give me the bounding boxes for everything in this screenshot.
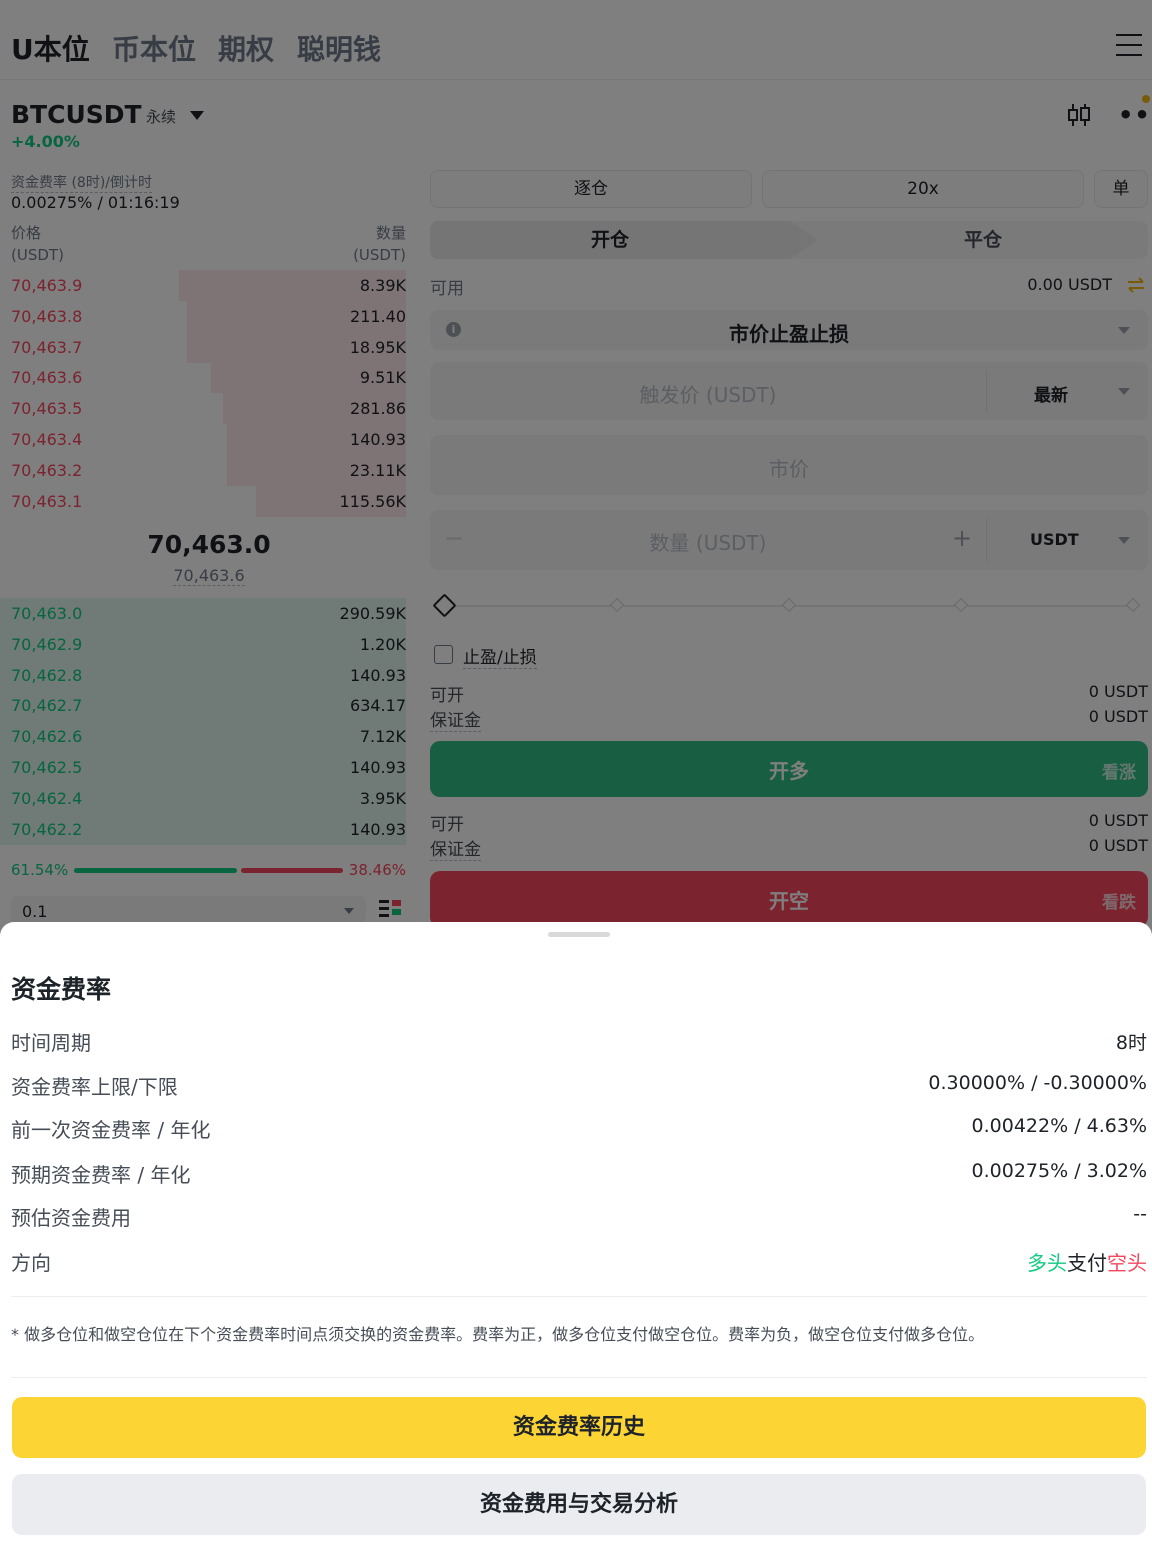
sheet-drag-handle[interactable] xyxy=(548,932,610,937)
sheet-divider xyxy=(11,1377,1147,1378)
row-label-cap-floor: 资金费率上限/下限 xyxy=(11,1075,178,1099)
funding-rate-sheet: 资金费率 时间周期 8时 资金费率上限/下限 0.30000% / -0.300… xyxy=(0,922,1152,1560)
sheet-title: 资金费率 xyxy=(11,975,112,1004)
funding-note: * 做多仓位和做空仓位在下个资金费率时间点须交换的资金费率。费率为正，做多仓位支… xyxy=(11,1325,985,1344)
direction-short: 空头 xyxy=(1107,1251,1147,1275)
row-value-expected-rate: 0.00275% / 3.02% xyxy=(971,1160,1147,1182)
sheet-divider xyxy=(11,1296,1147,1297)
row-value-period: 8时 xyxy=(1115,1032,1147,1054)
funding-analysis-button[interactable]: 资金费用与交易分析 xyxy=(12,1474,1146,1535)
row-value-estimated-fee: -- xyxy=(1133,1203,1147,1225)
row-label-period: 时间周期 xyxy=(11,1031,91,1055)
row-label-previous-rate: 前一次资金费率 / 年化 xyxy=(11,1118,211,1142)
futures-trade-screen: U本位 币本位 期权 聪明钱 BTCUSDT 永续 +4.00% ••• 资金费… xyxy=(0,0,1152,1560)
direction-pays: 支付 xyxy=(1067,1251,1107,1275)
row-value-cap-floor: 0.30000% / -0.30000% xyxy=(928,1072,1147,1094)
row-label-expected-rate: 预期资金费率 / 年化 xyxy=(11,1163,191,1187)
funding-history-button[interactable]: 资金费率历史 xyxy=(12,1397,1146,1458)
direction-long: 多头 xyxy=(1027,1251,1067,1275)
row-value-direction: 多头支付空头 xyxy=(1027,1247,1147,1276)
row-label-direction: 方向 xyxy=(11,1251,51,1275)
row-value-previous-rate: 0.00422% / 4.63% xyxy=(971,1115,1147,1137)
row-label-estimated-fee: 预估资金费用 xyxy=(11,1206,131,1230)
